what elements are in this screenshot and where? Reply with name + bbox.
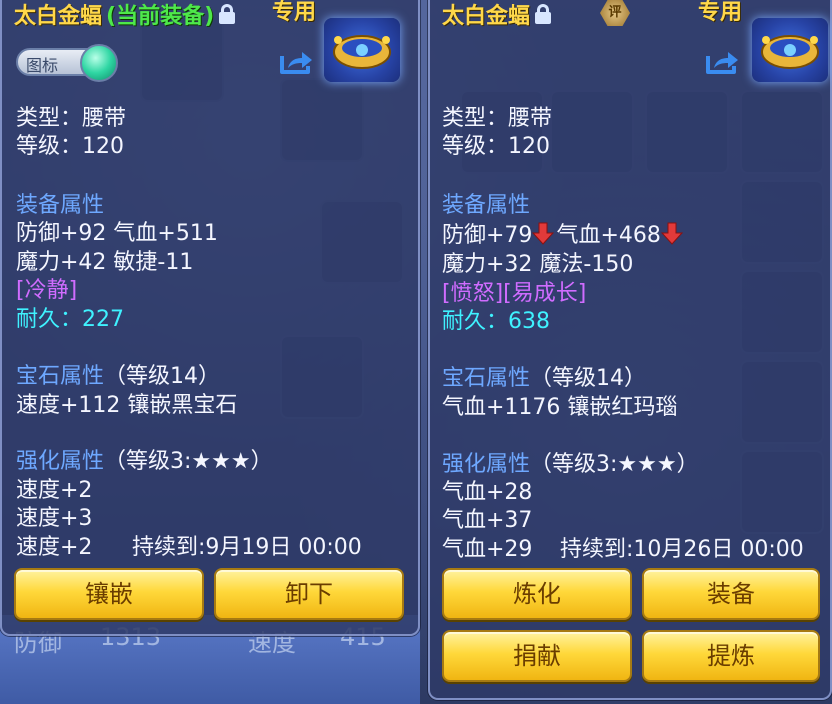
- enhance-line-2: 气血+37: [442, 508, 533, 533]
- equipped-tag: (当前装备): [106, 4, 215, 29]
- gem-level: （等级14）: [104, 364, 221, 389]
- down-arrow-icon: [532, 222, 555, 245]
- item-icon: [752, 18, 828, 82]
- gem-attr-title: 宝石属性: [16, 364, 105, 389]
- durability: 耐久：227: [16, 307, 124, 332]
- enhance-until: 持续到:9月19日 00:00: [132, 535, 362, 560]
- exclusive-label: 专用: [698, 0, 743, 25]
- inlay-button[interactable]: 镶嵌: [14, 568, 204, 620]
- toggle-knob: [80, 44, 118, 82]
- gem-attr-header: 宝石属性（等级14）: [16, 358, 220, 390]
- exclusive-label: 专用: [272, 0, 317, 25]
- enhance-attr-header: 强化属性（等级3:★★★）: [16, 443, 273, 475]
- gem-attr-title: 宝石属性: [442, 366, 531, 391]
- down-arrow-icon: [660, 222, 683, 245]
- compare-item-tooltip: 太白金蝠 专用 类型：腰带 等级：120 装备属性 防御+79 气血+468 魔力…: [428, 0, 832, 700]
- gem-level: （等级14）: [530, 366, 647, 391]
- equip-attr-line-1: 防御+79 气血+468: [442, 217, 685, 249]
- icon-toggle-label: 图标: [26, 56, 59, 75]
- gem-attr-line: 气血+1176 镶嵌红玛瑙: [442, 395, 678, 420]
- equip-attr-line-2: 魔力+32 魔法-150: [442, 252, 634, 277]
- item-level: 等级：120: [16, 134, 124, 159]
- lock-icon: [218, 3, 236, 25]
- enhance-attr-title: 强化属性: [16, 449, 105, 474]
- unequip-button[interactable]: 卸下: [214, 568, 404, 620]
- equip-attr-line-1: 防御+92 气血+511: [16, 221, 218, 246]
- equip-attr-title: 装备属性: [442, 193, 531, 218]
- current-item-tooltip: 太白金蝠 (当前装备) 专用 图标 类型：腰带 等级：120 装备属性 防御+9…: [0, 0, 420, 636]
- share-icon[interactable]: [278, 48, 314, 76]
- item-icon: [324, 18, 400, 82]
- extract-button[interactable]: 提炼: [642, 630, 820, 682]
- gem-attr-header: 宝石属性（等级14）: [442, 360, 646, 392]
- enhance-line-3: 速度+2: [16, 535, 93, 560]
- attr-hp: 气血+468: [556, 223, 661, 248]
- attr-defense: 防御+79: [442, 223, 533, 248]
- item-level: 等级：120: [442, 134, 550, 159]
- enhance-line-3: 气血+29: [442, 537, 533, 562]
- enhance-line-2: 速度+3: [16, 506, 93, 531]
- icon-toggle[interactable]: 图标: [16, 44, 118, 82]
- share-icon[interactable]: [704, 48, 740, 76]
- refine-button[interactable]: 炼化: [442, 568, 632, 620]
- lock-icon: [534, 3, 552, 25]
- item-title: 太白金蝠: [442, 0, 552, 30]
- special-effect: [冷静]: [16, 278, 78, 303]
- durability: 耐久：638: [442, 309, 550, 334]
- donate-button[interactable]: 捐献: [442, 630, 632, 682]
- enhance-until: 持续到:10月26日 00:00: [560, 537, 804, 562]
- gem-attr-line: 速度+112 镶嵌黑宝石: [16, 393, 238, 418]
- item-name: 太白金蝠: [442, 4, 531, 29]
- equip-button[interactable]: 装备: [642, 568, 820, 620]
- item-name: 太白金蝠: [14, 4, 103, 29]
- enhance-level: （等级3:★★★）: [530, 452, 699, 477]
- item-title: 太白金蝠 (当前装备): [14, 0, 236, 30]
- enhance-level: （等级3:★★★）: [104, 449, 273, 474]
